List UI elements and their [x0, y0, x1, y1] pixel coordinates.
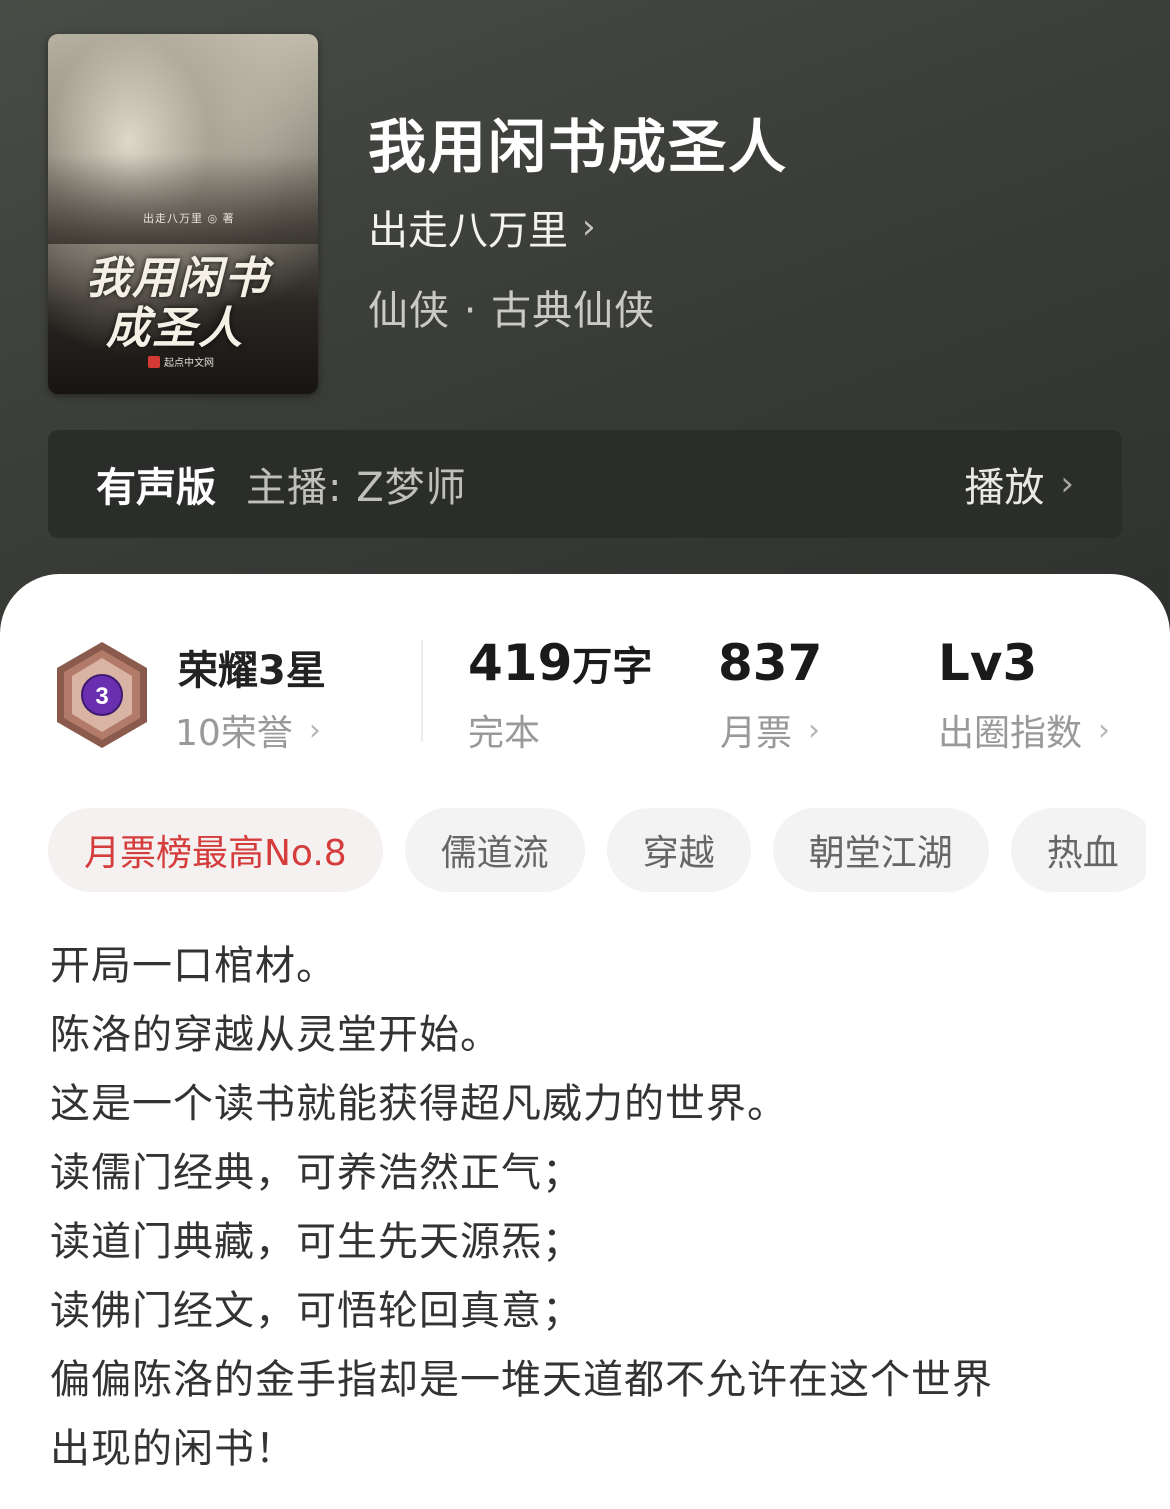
- influence-link[interactable]: 出圈指数 ›: [938, 704, 1110, 756]
- tag-ranking[interactable]: 月票榜最高No.8: [48, 808, 383, 892]
- description-line: 读儒门经典，可养浩然正气；: [50, 1150, 583, 1196]
- tag-item[interactable]: 儒道流: [404, 808, 585, 892]
- play-button[interactable]: 播放 ›: [964, 455, 1074, 513]
- cover-title-line2: 成圣人: [106, 303, 244, 354]
- word-count: 419万字: [468, 634, 652, 692]
- honor-badge-icon: 3: [57, 642, 147, 748]
- word-count-value: 419: [468, 634, 573, 692]
- honor-link[interactable]: 10荣誉 ›: [175, 704, 321, 756]
- cover-author-line: 出走八万里 ◎ 著: [143, 212, 235, 225]
- monthly-votes-label: 月票: [720, 713, 793, 754]
- tag-item[interactable]: 朝堂江湖: [772, 808, 989, 892]
- book-header: 出走八万里 ◎ 著 我用闲书 成圣人 起点中文网 我用闲书成圣人 出走八万里 ›…: [0, 0, 1170, 640]
- book-title: 我用闲书成圣人: [368, 113, 789, 181]
- chevron-right-icon: ›: [582, 207, 596, 247]
- audio-version-bar[interactable]: 有声版 主播: Z梦师 播放 ›: [48, 430, 1122, 538]
- description-line: 陈洛的穿越从灵堂开始。: [50, 1012, 501, 1058]
- influence-label: 出圈指数: [938, 713, 1083, 754]
- tag-list: 月票榜最高No.8 儒道流 穿越 朝堂江湖 热血: [48, 808, 1146, 894]
- chevron-right-icon: ›: [1060, 464, 1074, 504]
- chevron-right-icon: ›: [1098, 712, 1111, 748]
- book-genre: 仙侠 · 古典仙侠: [368, 288, 656, 334]
- monthly-votes-value: 837: [718, 634, 823, 692]
- description-line: 这是一个读书就能获得超凡威力的世界。: [50, 1081, 788, 1127]
- description-line: 读道门典藏，可生先天源炁；: [50, 1219, 583, 1265]
- chevron-right-icon: ›: [808, 712, 821, 748]
- cover-publisher-name: 起点中文网: [164, 358, 214, 369]
- description-line: 读佛门经文，可悟轮回真意；: [50, 1288, 583, 1334]
- description-line: 出现的闲书！: [50, 1426, 296, 1472]
- honor-count: 10荣誉: [175, 713, 293, 754]
- chevron-right-icon: ›: [308, 712, 321, 748]
- publisher-logo-icon: [148, 355, 160, 368]
- play-label: 播放: [964, 465, 1045, 511]
- influence-value: Lv3: [938, 634, 1038, 692]
- description-line: 偏偏陈洛的金手指却是一堆天道都不允许在这个世界: [50, 1357, 993, 1403]
- tag-item[interactable]: 穿越: [606, 808, 751, 892]
- stats-divider: [421, 640, 423, 742]
- audio-host: 主播: Z梦师: [246, 465, 467, 511]
- monthly-votes-link[interactable]: 月票 ›: [720, 704, 820, 756]
- honor-badge-level: 3: [95, 683, 108, 710]
- cover-scenery: [48, 154, 318, 244]
- author-name: 出走八万里: [368, 208, 568, 254]
- book-detail-sheet: 3 荣耀3星 10荣誉 › 419万字 完本 837 月票 › Lv3 出圈指数…: [0, 574, 1170, 1509]
- completion-status: 完本: [468, 713, 541, 754]
- description-line: 开局一口棺材。: [50, 943, 337, 989]
- author-link[interactable]: 出走八万里 ›: [368, 198, 596, 256]
- audio-version-tag: 有声版: [96, 465, 216, 511]
- book-cover[interactable]: 出走八万里 ◎ 著 我用闲书 成圣人 起点中文网: [48, 34, 318, 394]
- cover-publisher: 起点中文网: [148, 354, 214, 369]
- tag-item[interactable]: 热血: [1010, 808, 1146, 892]
- honor-title: 荣耀3星: [178, 648, 326, 694]
- book-description: 开局一口棺材。 陈洛的穿越从灵堂开始。 这是一个读书就能获得超凡威力的世界。 读…: [50, 932, 1130, 1484]
- word-count-unit: 万字: [572, 644, 653, 690]
